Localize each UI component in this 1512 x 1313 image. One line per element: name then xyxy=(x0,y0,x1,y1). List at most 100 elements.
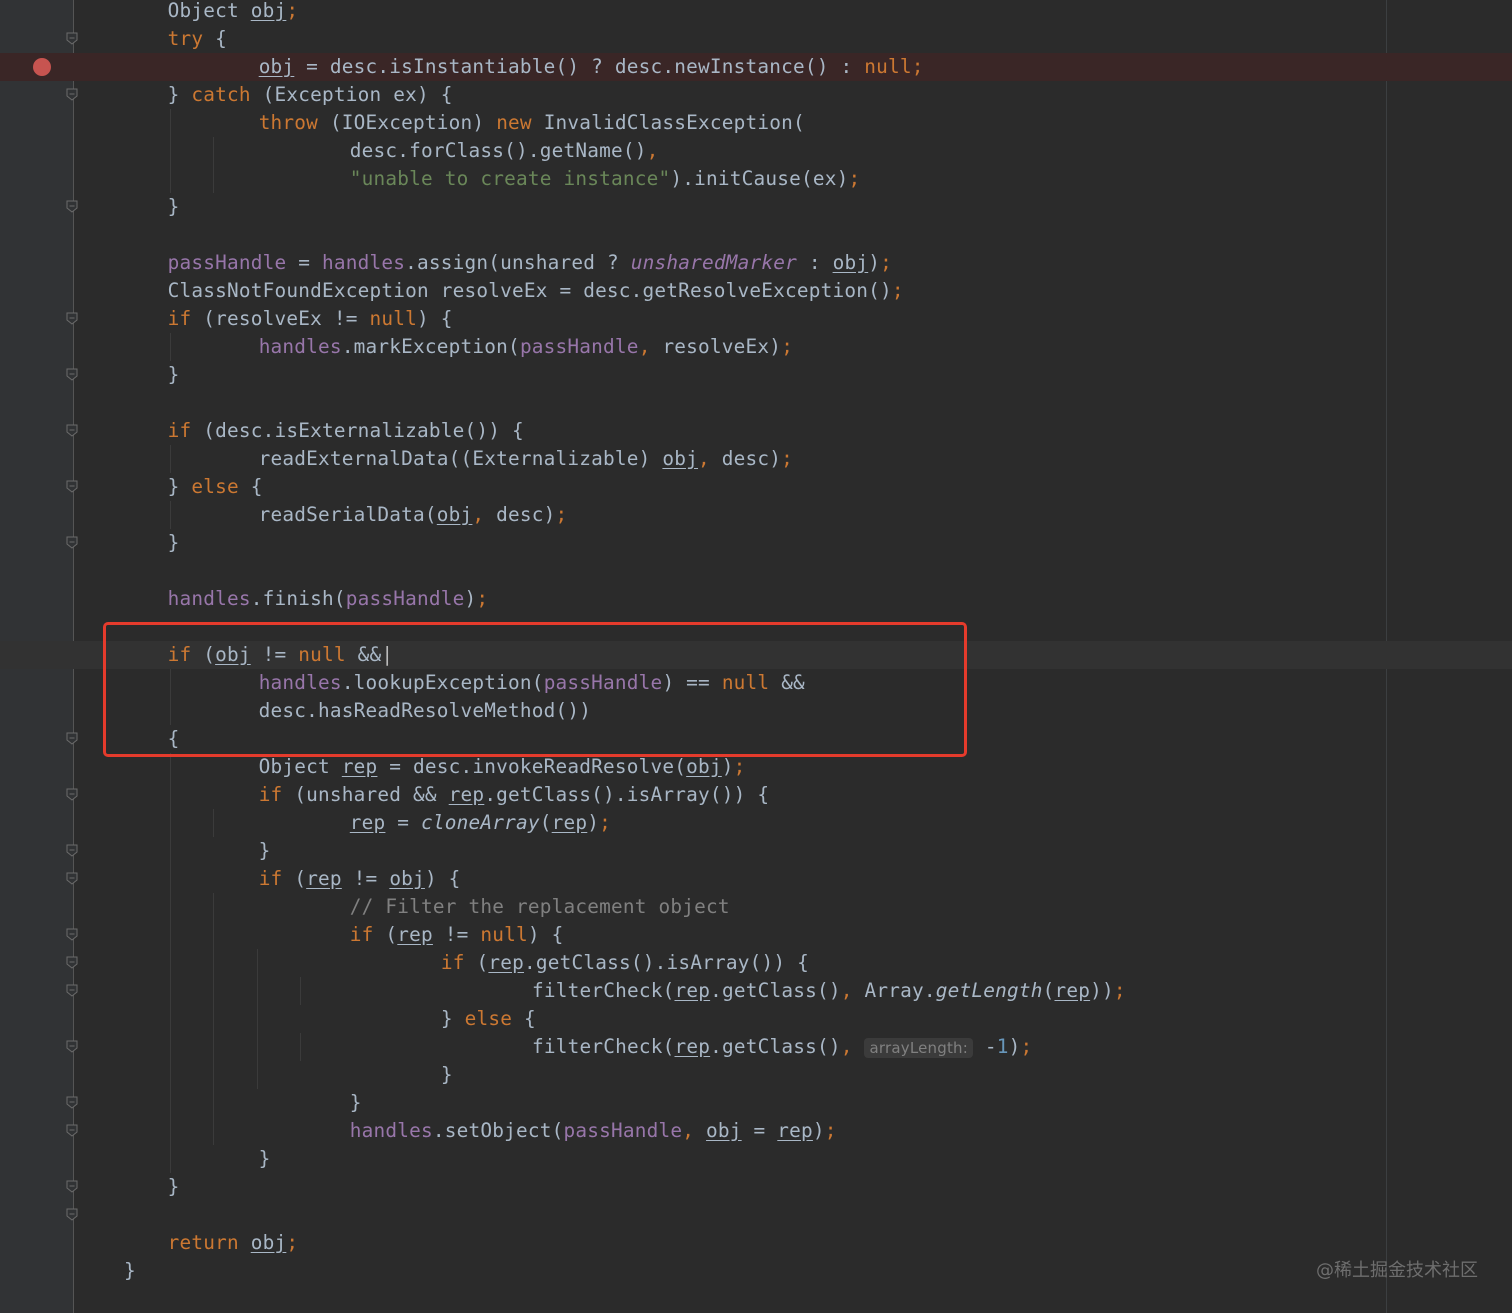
code-text[interactable]: } xyxy=(168,193,180,221)
code-line[interactable]: handles.markException(passHandle, resolv… xyxy=(0,333,1512,361)
fold-marker-icon[interactable] xyxy=(66,956,78,969)
code-line[interactable]: if (desc.isExternalizable()) { xyxy=(0,417,1512,445)
fold-marker-icon[interactable] xyxy=(66,536,78,549)
code-line[interactable] xyxy=(0,389,1512,417)
code-text[interactable]: if (rep != obj) { xyxy=(211,865,461,893)
code-text[interactable]: // Filter the replacement object xyxy=(255,893,730,921)
fold-marker-icon[interactable] xyxy=(66,1124,78,1137)
fold-marker-icon[interactable] xyxy=(66,368,78,381)
fold-marker-icon[interactable] xyxy=(66,312,78,325)
code-text[interactable]: desc.forClass().getName(), xyxy=(255,137,659,165)
code-line[interactable]: "unable to create instance").initCause(e… xyxy=(0,165,1512,193)
code-line[interactable]: } xyxy=(0,529,1512,557)
code-text[interactable]: } xyxy=(211,837,271,865)
breakpoint-icon[interactable] xyxy=(33,58,51,76)
code-line[interactable]: handles.setObject(passHandle, obj = rep)… xyxy=(0,1117,1512,1145)
code-text[interactable]: } xyxy=(211,1145,271,1173)
code-text[interactable]: rep = cloneArray(rep); xyxy=(255,809,611,837)
code-editor[interactable]: Object obj; try { obj = desc.isInstantiab… xyxy=(0,0,1512,1313)
code-text[interactable]: throw (IOException) new InvalidClassExce… xyxy=(211,109,805,137)
code-text[interactable]: obj = desc.isInstantiable() ? desc.newIn… xyxy=(211,53,924,81)
code-text[interactable]: } xyxy=(168,1173,180,1201)
code-text[interactable]: } xyxy=(124,1257,136,1285)
code-text[interactable]: } xyxy=(168,529,180,557)
code-text[interactable]: if (resolveEx != null) { xyxy=(168,305,453,333)
fold-marker-icon[interactable] xyxy=(66,732,78,745)
code-line[interactable]: if (unshared && rep.getClass().isArray()… xyxy=(0,781,1512,809)
fold-marker-icon[interactable] xyxy=(66,200,78,213)
code-text[interactable]: passHandle = handles.assign(unshared ? u… xyxy=(168,249,892,277)
code-line[interactable]: return obj; xyxy=(0,1229,1512,1257)
code-line[interactable]: ClassNotFoundException resolveEx = desc.… xyxy=(0,277,1512,305)
fold-marker-icon[interactable] xyxy=(66,928,78,941)
code-text[interactable]: Object obj; xyxy=(168,0,299,25)
fold-marker-icon[interactable] xyxy=(66,88,78,101)
fold-marker-icon[interactable] xyxy=(66,788,78,801)
code-text[interactable]: } xyxy=(168,361,180,389)
code-line[interactable]: // Filter the replacement object xyxy=(0,893,1512,921)
fold-marker-icon[interactable] xyxy=(66,424,78,437)
fold-marker-icon[interactable] xyxy=(66,844,78,857)
code-text[interactable]: filterCheck(rep.getClass(), Array.getLen… xyxy=(342,977,1126,1005)
code-line[interactable]: if (rep != obj) { xyxy=(0,865,1512,893)
code-line[interactable]: passHandle = handles.assign(unshared ? u… xyxy=(0,249,1512,277)
code-line[interactable] xyxy=(0,557,1512,585)
code-line[interactable]: } else { xyxy=(0,473,1512,501)
code-text[interactable]: } xyxy=(298,1061,453,1089)
code-line[interactable]: } xyxy=(0,1089,1512,1117)
code-line[interactable]: readSerialData(obj, desc); xyxy=(0,501,1512,529)
code-text[interactable]: } else { xyxy=(298,1005,536,1033)
code-line[interactable]: try { xyxy=(0,25,1512,53)
code-text[interactable]: handles.markException(passHandle, resolv… xyxy=(211,333,793,361)
code-text[interactable]: } catch (Exception ex) { xyxy=(168,81,453,109)
code-line[interactable]: throw (IOException) new InvalidClassExce… xyxy=(0,109,1512,137)
code-line[interactable]: obj = desc.isInstantiable() ? desc.newIn… xyxy=(0,53,1512,81)
code-line[interactable]: Object rep = desc.invokeReadResolve(obj)… xyxy=(0,753,1512,781)
fold-marker-icon[interactable] xyxy=(66,1180,78,1193)
code-text[interactable]: "unable to create instance").initCause(e… xyxy=(255,165,861,193)
code-line[interactable]: } xyxy=(0,1061,1512,1089)
code-line[interactable]: Object obj; xyxy=(0,0,1512,25)
fold-marker-icon[interactable] xyxy=(66,480,78,493)
fold-marker-icon[interactable] xyxy=(66,1208,78,1221)
code-text[interactable]: if (rep.getClass().isArray()) { xyxy=(298,949,809,977)
fold-marker-icon[interactable] xyxy=(66,1040,78,1053)
code-line[interactable]: } xyxy=(0,1173,1512,1201)
code-line[interactable]: if (rep != null) { xyxy=(0,921,1512,949)
code-line[interactable]: if (rep.getClass().isArray()) { xyxy=(0,949,1512,977)
code-line[interactable]: filterCheck(rep.getClass(), arrayLength:… xyxy=(0,1033,1512,1061)
code-line[interactable] xyxy=(0,221,1512,249)
code-text[interactable]: try { xyxy=(168,25,227,53)
code-text[interactable]: ClassNotFoundException resolveEx = desc.… xyxy=(168,277,904,305)
code-text[interactable]: readExternalData((Externalizable) obj, d… xyxy=(211,445,793,473)
code-line[interactable]: desc.forClass().getName(), xyxy=(0,137,1512,165)
code-text[interactable]: if (rep != null) { xyxy=(255,921,564,949)
code-text[interactable]: Object rep = desc.invokeReadResolve(obj)… xyxy=(211,753,746,781)
code-line[interactable]: } xyxy=(0,193,1512,221)
code-line[interactable]: readExternalData((Externalizable) obj, d… xyxy=(0,445,1512,473)
code-text[interactable]: } xyxy=(255,1089,362,1117)
code-line[interactable]: } xyxy=(0,361,1512,389)
fold-marker-icon[interactable] xyxy=(66,872,78,885)
code-text[interactable]: handles.finish(passHandle); xyxy=(168,585,489,613)
code-text[interactable]: handles.setObject(passHandle, obj = rep)… xyxy=(255,1117,837,1145)
code-line[interactable]: } else { xyxy=(0,1005,1512,1033)
code-line[interactable]: if (resolveEx != null) { xyxy=(0,305,1512,333)
code-line[interactable]: } xyxy=(0,837,1512,865)
code-text[interactable]: filterCheck(rep.getClass(), arrayLength:… xyxy=(342,1033,1032,1061)
code-line[interactable]: rep = cloneArray(rep); xyxy=(0,809,1512,837)
code-line[interactable]: } xyxy=(0,1145,1512,1173)
code-text[interactable]: readSerialData(obj, desc); xyxy=(211,501,568,529)
code-line[interactable]: filterCheck(rep.getClass(), Array.getLen… xyxy=(0,977,1512,1005)
fold-marker-icon[interactable] xyxy=(66,1096,78,1109)
fold-marker-icon[interactable] xyxy=(66,32,78,45)
code-line[interactable] xyxy=(0,1201,1512,1229)
fold-marker-icon[interactable] xyxy=(66,984,78,997)
code-line[interactable]: } catch (Exception ex) { xyxy=(0,81,1512,109)
code-text[interactable]: if (unshared && rep.getClass().isArray()… xyxy=(211,781,769,809)
code-text[interactable]: if (desc.isExternalizable()) { xyxy=(168,417,524,445)
code-line[interactable]: handles.finish(passHandle); xyxy=(0,585,1512,613)
code-text[interactable]: return obj; xyxy=(168,1229,299,1257)
code-text[interactable]: } else { xyxy=(168,473,263,501)
code-line[interactable]: } xyxy=(0,1257,1512,1285)
